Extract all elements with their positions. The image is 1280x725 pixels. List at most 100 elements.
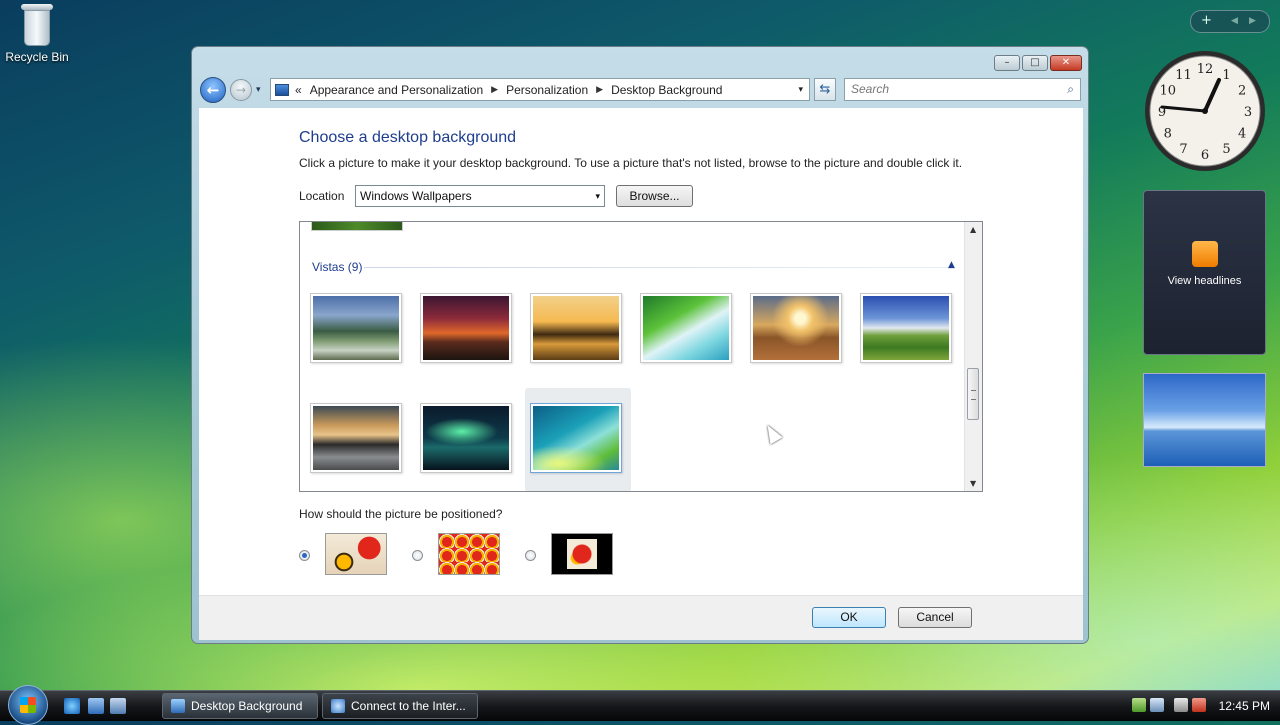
windows-logo-icon <box>20 697 36 713</box>
page-title: Choose a desktop background <box>299 129 517 146</box>
position-fit-preview[interactable] <box>325 533 387 575</box>
taskbar-item-label: Desktop Background <box>191 699 303 713</box>
scrollbar-thumb[interactable] <box>967 368 979 420</box>
previous-gadgets-button[interactable]: ◀ <box>1231 16 1238 26</box>
close-button[interactable]: ✕ <box>1050 55 1082 71</box>
instructions-text: Click a picture to make it your desktop … <box>299 156 963 170</box>
address-bar[interactable]: « Appearance and Personalization ▶ Perso… <box>270 78 810 101</box>
location-label: Location <box>299 189 345 203</box>
taskbar-item-label: Connect to the Inter... <box>351 699 466 713</box>
clock-numeral: 4 <box>1238 127 1246 142</box>
scroll-down-icon[interactable]: ▼ <box>970 479 976 488</box>
position-fit-radio[interactable] <box>299 550 310 561</box>
address-dropdown-icon[interactable]: ▾ <box>798 84 803 95</box>
volume-muted-icon[interactable] <box>1192 698 1206 712</box>
breadcrumb-personalization[interactable]: Personalization <box>506 83 588 97</box>
view-headlines-label: View headlines <box>1167 275 1242 287</box>
trash-can-icon <box>20 2 54 46</box>
wallpaper-thumbnail[interactable] <box>310 403 402 473</box>
next-gadgets-button[interactable]: ▶ <box>1249 16 1256 26</box>
location-value: Windows Wallpapers <box>360 189 472 203</box>
switch-windows-icon[interactable] <box>110 698 126 714</box>
wallpaper-thumbnail[interactable] <box>420 293 512 363</box>
taskbar-clock[interactable]: 12:45 PM <box>1219 699 1270 713</box>
security-icon[interactable] <box>1132 698 1146 712</box>
breadcrumb-appearance[interactable]: Appearance and Personalization <box>310 83 483 97</box>
add-gadget-button[interactable]: + <box>1201 13 1212 28</box>
show-desktop-icon[interactable] <box>88 698 104 714</box>
group-title[interactable]: Vistas (9) <box>312 260 362 274</box>
breadcrumb-separator-icon[interactable]: ▶ <box>596 84 603 95</box>
refresh-button[interactable]: ⇆ <box>814 78 836 101</box>
taskbar: Desktop Background Connect to the Inter.… <box>0 685 1280 725</box>
minimize-button[interactable]: – <box>994 55 1020 71</box>
position-question: How should the picture be positioned? <box>299 507 503 521</box>
breadcrumb-desktop-background[interactable]: Desktop Background <box>611 83 722 97</box>
recent-pages-dropdown[interactable]: ▾ <box>256 85 261 95</box>
clock-numeral: 5 <box>1222 142 1230 157</box>
browse-button[interactable]: Browse... <box>616 185 693 207</box>
wallpaper-thumbnail[interactable] <box>420 403 512 473</box>
gallery-scrollbar[interactable]: ▲ ▼ <box>964 222 982 491</box>
wallpaper-thumbnail[interactable] <box>750 293 842 363</box>
collapse-group-icon[interactable]: ▲ <box>948 260 955 270</box>
slideshow-gadget[interactable] <box>1143 373 1266 467</box>
network-status-icon[interactable] <box>1150 698 1164 712</box>
wallpaper-thumbnail[interactable] <box>640 293 732 363</box>
chevron-down-icon[interactable]: ▾ <box>595 186 600 206</box>
clock-numeral: 6 <box>1201 148 1209 163</box>
position-tile-radio[interactable] <box>412 550 423 561</box>
refresh-icon: ⇆ <box>819 82 831 97</box>
clock-gadget[interactable]: 12 1234567891011 <box>1144 50 1266 172</box>
internet-explorer-icon[interactable] <box>64 698 80 714</box>
forward-arrow-icon: → <box>235 83 247 97</box>
rss-icon <box>1191 241 1218 267</box>
position-tile-preview[interactable] <box>438 533 500 575</box>
clock-numeral: 1 <box>1222 68 1230 83</box>
clock-numeral: 12 <box>1197 62 1214 77</box>
scroll-up-icon[interactable]: ▲ <box>970 225 976 234</box>
desktop-background-window: – □ ✕ ← → ▾ « Appearance and Personaliza… <box>191 46 1089 644</box>
clock-numeral: 3 <box>1244 105 1252 120</box>
recycle-bin-label: Recycle Bin <box>5 50 69 64</box>
taskbar-item-desktop-background[interactable]: Desktop Background <box>162 693 318 719</box>
wallpaper-thumbnail[interactable] <box>860 293 952 363</box>
network-disconnected-icon[interactable] <box>1174 698 1188 712</box>
system-tray: 12:45 PM <box>1128 693 1280 719</box>
address-overflow-chevron[interactable]: « <box>295 83 302 97</box>
ok-button[interactable]: OK <box>812 607 886 628</box>
sidebar-controls: + ◀ ▶ <box>1190 10 1270 33</box>
location-select[interactable]: Windows Wallpapers ▾ <box>355 185 605 207</box>
control-panel-icon <box>171 699 185 713</box>
clock-numeral: 8 <box>1164 127 1172 142</box>
wallpaper-thumbnail-selected[interactable] <box>530 403 622 473</box>
clock-numeral: 11 <box>1175 68 1192 83</box>
wallpaper-thumbnail[interactable] <box>530 293 622 363</box>
clock-numeral: 2 <box>1238 84 1246 99</box>
back-arrow-icon: ← <box>206 81 220 99</box>
position-center-radio[interactable] <box>525 550 536 561</box>
taskbar-item-connect-internet[interactable]: Connect to the Inter... <box>322 693 478 719</box>
cancel-button[interactable]: Cancel <box>898 607 972 628</box>
position-center-preview[interactable] <box>551 533 613 575</box>
clock-numeral: 10 <box>1160 84 1177 99</box>
control-panel-icon <box>275 83 289 96</box>
start-button[interactable] <box>8 685 48 725</box>
search-input[interactable]: Search ⌕ <box>844 78 1081 101</box>
clock-numeral: 7 <box>1179 142 1187 157</box>
recycle-bin-icon[interactable]: Recycle Bin <box>4 2 70 64</box>
wallpaper-gallery: Vistas (9) ▲ ▲ ▼ <box>299 221 983 492</box>
network-icon <box>331 699 345 713</box>
forward-button[interactable]: → <box>230 79 252 101</box>
content-area: Choose a desktop background Click a pict… <box>199 108 1083 640</box>
feed-headlines-gadget[interactable]: View headlines <box>1143 190 1266 355</box>
wallpaper-thumbnail[interactable] <box>310 293 402 363</box>
search-placeholder: Search <box>851 82 890 96</box>
search-icon[interactable]: ⌕ <box>1067 79 1074 100</box>
maximize-button[interactable]: □ <box>1022 55 1048 71</box>
back-button[interactable]: ← <box>200 77 226 103</box>
previous-group-thumbnail[interactable] <box>311 222 403 231</box>
group-divider <box>364 267 948 268</box>
dialog-footer: OK Cancel <box>199 595 1083 640</box>
breadcrumb-separator-icon[interactable]: ▶ <box>491 84 498 95</box>
